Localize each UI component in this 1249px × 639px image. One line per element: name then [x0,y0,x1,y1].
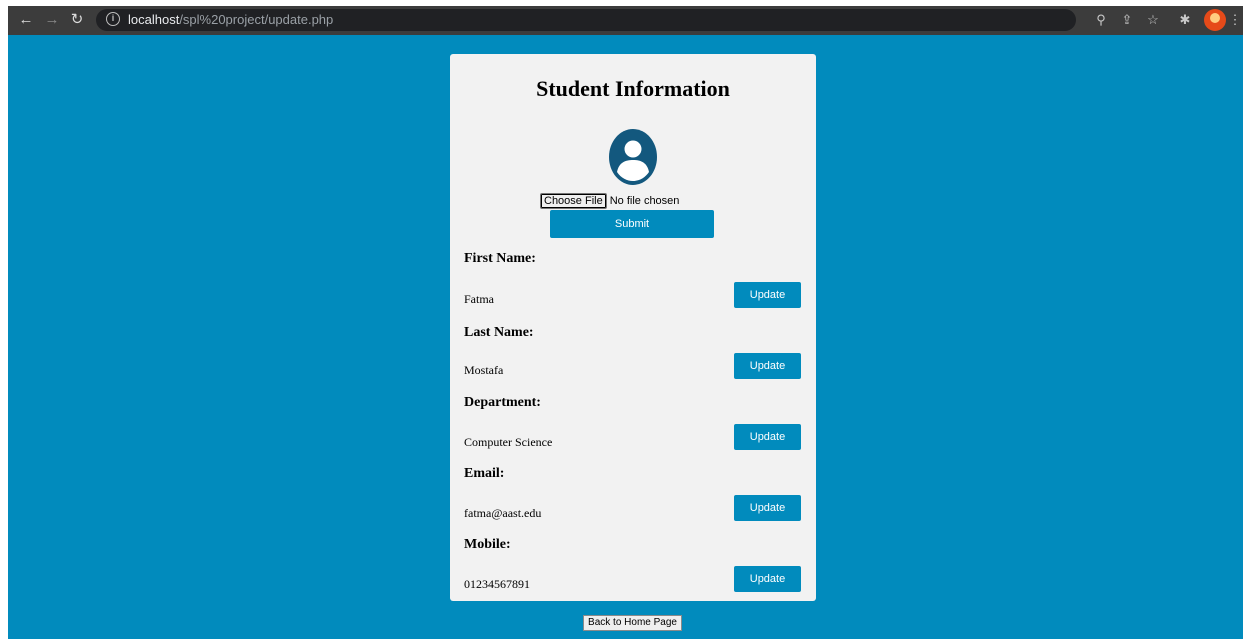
url-host: localhost [128,12,180,27]
update-department-button[interactable]: Update [734,424,801,450]
browser-toolbar: ← → ↻ i localhost/spl%20project/update.p… [8,6,1243,36]
address-bar[interactable]: i localhost/spl%20project/update.php [96,9,1076,31]
update-mobile-button[interactable]: Update [734,566,801,592]
back-to-home-button[interactable]: Back to Home Page [583,615,682,631]
student-info-card: Student Information Choose File No file c… [450,54,816,601]
menu-kebab-icon[interactable]: ⋮ [1226,11,1244,29]
window-frame-right [1243,0,1249,639]
bookmark-star-icon[interactable]: ☆ [1144,11,1162,29]
submit-button[interactable]: Submit [550,210,714,238]
department-value: Computer Science [464,435,553,449]
file-status-text: No file chosen [609,195,680,208]
department-label: Department: [464,395,541,410]
share-icon[interactable]: ⇪ [1118,11,1136,29]
back-arrow-icon[interactable]: ← [16,10,36,30]
extensions-puzzle-icon[interactable]: ✱ [1176,11,1194,29]
file-input[interactable]: Choose File No file chosen [540,192,679,210]
mobile-label: Mobile: [464,537,511,552]
page-title: Student Information [536,76,730,101]
first-name-value: Fatma [464,292,494,306]
first-name-label: First Name: [464,251,536,266]
email-label: Email: [464,466,505,481]
url-path: /spl%20project/update.php [179,12,334,27]
user-avatar-icon [609,129,657,185]
forward-arrow-icon[interactable]: → [42,10,62,30]
choose-file-button[interactable]: Choose File [540,193,607,210]
update-first-name-button[interactable]: Update [734,282,801,308]
site-info-icon[interactable]: i [106,12,120,26]
zoom-icon[interactable]: ⚲ [1092,11,1110,29]
email-value: fatma@aast.edu [464,506,542,520]
update-last-name-button[interactable]: Update [734,353,801,379]
profile-avatar-icon[interactable] [1204,9,1226,31]
last-name-label: Last Name: [464,325,534,340]
url-text[interactable]: localhost/spl%20project/update.php [128,12,333,28]
page-content: Student Information Choose File No file c… [8,35,1243,639]
window-frame-left [0,0,8,639]
mobile-value: 01234567891 [464,577,530,591]
reload-icon[interactable]: ↻ [67,10,87,30]
update-email-button[interactable]: Update [734,495,801,521]
last-name-value: Mostafa [464,363,504,377]
